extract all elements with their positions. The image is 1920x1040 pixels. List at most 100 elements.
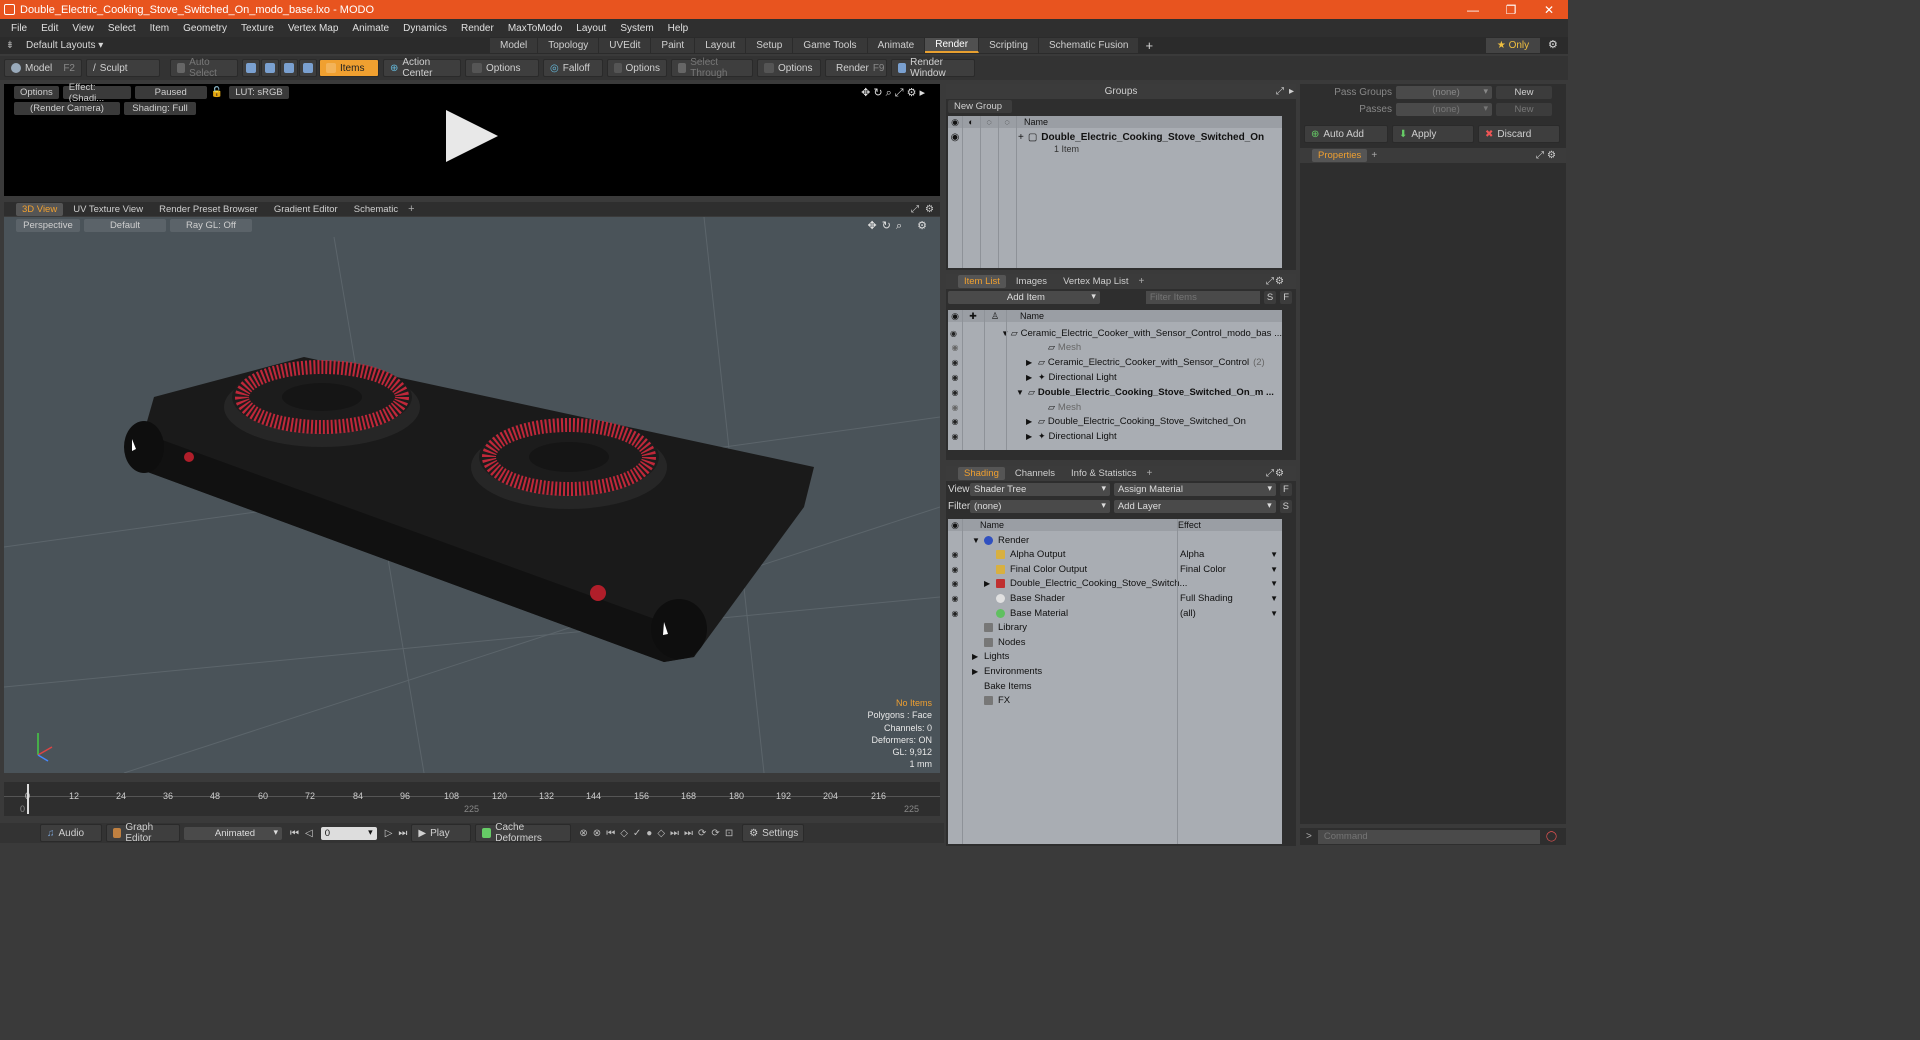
shader-tree-row[interactable]: Library: [948, 621, 1282, 635]
tab-animate[interactable]: Animate: [867, 38, 926, 53]
viewport-maximize-icon[interactable]: ⤢: [911, 204, 919, 215]
playhead[interactable]: [27, 784, 29, 814]
maximize-button[interactable]: ❐: [1492, 0, 1530, 19]
item-list-row[interactable]: ◉ ▱ Mesh: [948, 341, 1282, 355]
menu-render[interactable]: Render: [454, 23, 501, 34]
menu-dynamics[interactable]: Dynamics: [396, 23, 454, 34]
tree-arrow-icon[interactable]: ▶: [972, 667, 984, 676]
action-center-button[interactable]: ⊕ Action Center: [383, 57, 461, 79]
add-shading-tab-button[interactable]: +: [1147, 468, 1153, 479]
shader-tree-row[interactable]: ◉ Base Material (all) ▼: [948, 606, 1282, 620]
expand-arrow-icon[interactable]: ▶: [1026, 432, 1038, 441]
next-key-icon[interactable]: ⏭: [684, 828, 698, 839]
new-pass-group-button[interactable]: New: [1496, 86, 1552, 99]
item-list-row[interactable]: ◉ ▶ ▱ Double_Electric_Cooking_Stove_Switche…: [948, 415, 1282, 429]
pan-icon[interactable]: ✥: [861, 87, 873, 99]
preview-options-button[interactable]: Options: [14, 86, 59, 99]
only-toggle[interactable]: ★ Only: [1486, 38, 1540, 53]
tab-gradient-editor[interactable]: Gradient Editor: [268, 203, 344, 216]
shader-tree-row[interactable]: ▶ Lights: [948, 650, 1282, 664]
item-list-row[interactable]: ◉▼▱Ceramic_Electric_Cooker_with_Sensor_C…: [948, 326, 1282, 340]
menu-file[interactable]: File: [4, 23, 34, 34]
shader-tree[interactable]: ◉ Name Effect ▼ Render ◉ Alpha Output Alpha ▼…: [948, 519, 1282, 844]
shader-tree-row[interactable]: Bake Items: [948, 679, 1282, 693]
tab-info-statistics[interactable]: Info & Statistics: [1065, 467, 1142, 480]
filter-f-button[interactable]: F: [1280, 291, 1292, 304]
eye-icon[interactable]: ◉: [948, 579, 962, 588]
eye-icon[interactable]: ◉: [948, 358, 962, 367]
expand-arrow-icon[interactable]: ▶: [1026, 373, 1038, 382]
eye-icon[interactable]: ◉: [948, 550, 962, 559]
eye-icon[interactable]: ◉: [948, 417, 962, 426]
preview-camera-dropdown[interactable]: (Render Camera): [14, 102, 120, 115]
menu-system[interactable]: System: [613, 23, 660, 34]
eye-icon[interactable]: ◉: [948, 432, 962, 441]
model-mode-button[interactable]: Model F2: [4, 59, 82, 77]
tree-arrow-icon[interactable]: ▼: [972, 536, 984, 545]
expand-arrow-icon[interactable]: ▶: [1026, 417, 1038, 426]
shader-effect[interactable]: Full Shading: [1180, 593, 1233, 604]
item-list-row[interactable]: ◉ ▼ ▱ Double_Electric_Cooking_Stove_Switche…: [948, 385, 1282, 399]
gear-icon[interactable]: ⚙: [907, 87, 920, 99]
shading-f-button[interactable]: F: [1280, 483, 1292, 496]
layout-preset-dropdown[interactable]: Default Layouts ▾: [20, 40, 490, 51]
item-list-gear-icon[interactable]: ⚙: [1275, 276, 1284, 287]
shading-gear-icon[interactable]: ⚙: [1275, 468, 1284, 479]
tab-render[interactable]: Render: [925, 38, 980, 53]
eye-icon[interactable]: ◉: [948, 343, 962, 352]
shading-maximize-icon[interactable]: ⤢: [1266, 468, 1274, 479]
item-list-row[interactable]: ◉ ▶ ✦ Directional Light: [948, 370, 1282, 384]
shader-tree-row[interactable]: ▶ Environments: [948, 664, 1282, 678]
eye-icon[interactable]: ◉: [948, 565, 962, 574]
go-to-end-icon[interactable]: ⏭: [398, 828, 407, 839]
tab-layout[interactable]: Layout: [695, 38, 747, 53]
pass-groups-dropdown[interactable]: (none): [1396, 86, 1492, 99]
snap-icon[interactable]: ⊡: [725, 828, 738, 839]
key-icon[interactable]: ◇: [657, 828, 670, 839]
item-list-row[interactable]: ◉ ▶ ▱ Ceramic_Electric_Cooker_with_Sensor_C…: [948, 356, 1282, 370]
tab-game-tools[interactable]: Game Tools: [793, 38, 868, 53]
groups-list[interactable]: ◉ ◐ ◌ ◌ Name ◉ + ▢ Double_Electric_Cooki…: [948, 116, 1282, 268]
tab-model[interactable]: Model: [490, 38, 539, 53]
filter-s-button[interactable]: S: [1263, 291, 1277, 304]
items-mode-button[interactable]: Items: [319, 59, 379, 77]
shader-tree-row[interactable]: ◉ ▶ Double_Electric_Cooking_Stove_Switch..…: [948, 577, 1282, 591]
passes-dropdown[interactable]: (none): [1396, 103, 1492, 116]
select-edges-button[interactable]: [261, 59, 279, 77]
tab-schematic-fusion[interactable]: Schematic Fusion: [1038, 38, 1140, 53]
menu-layout[interactable]: Layout: [569, 23, 613, 34]
tab-topology[interactable]: Topology: [538, 38, 600, 53]
cache-deformers-button[interactable]: Cache Deformers: [475, 822, 572, 844]
collapse-arrow-icon[interactable]: ▼: [1016, 388, 1028, 397]
sculpt-mode-button[interactable]: / Sculpt: [86, 59, 160, 77]
timeline[interactable]: 0 12 24 36 48 60 72 84 96 108 120 132 14…: [4, 782, 940, 816]
menu-texture[interactable]: Texture: [234, 23, 281, 34]
play-button[interactable]: ▶ Play: [411, 824, 472, 842]
eye-icon[interactable]: ◉: [948, 609, 962, 618]
tab-item-list[interactable]: Item List: [958, 275, 1006, 288]
auto-add-button[interactable]: ⊕ Auto Add: [1304, 125, 1388, 143]
falloff-button[interactable]: ◎ Falloff: [543, 59, 603, 77]
eye-icon[interactable]: ◉: [948, 594, 962, 603]
properties-maximize-icon[interactable]: ⤢: [1536, 150, 1544, 161]
effect-dropdown-icon[interactable]: ▼: [1270, 579, 1278, 588]
menu-geometry[interactable]: Geometry: [176, 23, 234, 34]
shader-tree-row[interactable]: Nodes: [948, 635, 1282, 649]
loop-icon[interactable]: ⟳: [711, 828, 724, 839]
layout-gear-icon[interactable]: ⚙: [1548, 38, 1558, 51]
viewport-gear-icon[interactable]: ⚙: [925, 204, 934, 215]
play-icon[interactable]: [444, 108, 500, 164]
select-options-button[interactable]: Options: [757, 59, 821, 77]
minimize-button[interactable]: —: [1454, 0, 1492, 19]
auto-select-button[interactable]: Auto Select: [170, 57, 238, 79]
tab-setup[interactable]: Setup: [746, 38, 794, 53]
step-forward-icon[interactable]: ▷: [385, 828, 393, 839]
auto-key-icon[interactable]: ✓: [633, 828, 646, 839]
item-list-row[interactable]: ◉ ▶ ✦ Directional Light: [948, 430, 1282, 444]
tab-schematic[interactable]: Schematic: [348, 203, 404, 216]
apply-button[interactable]: ⬇ Apply: [1392, 125, 1474, 143]
eye-icon[interactable]: ◉: [948, 132, 962, 143]
preview-shading-dropdown[interactable]: Shading: Full: [124, 102, 196, 115]
item-list-row[interactable]: ◉ ▱ Mesh: [948, 400, 1282, 414]
eye-icon[interactable]: ◉: [948, 388, 962, 397]
